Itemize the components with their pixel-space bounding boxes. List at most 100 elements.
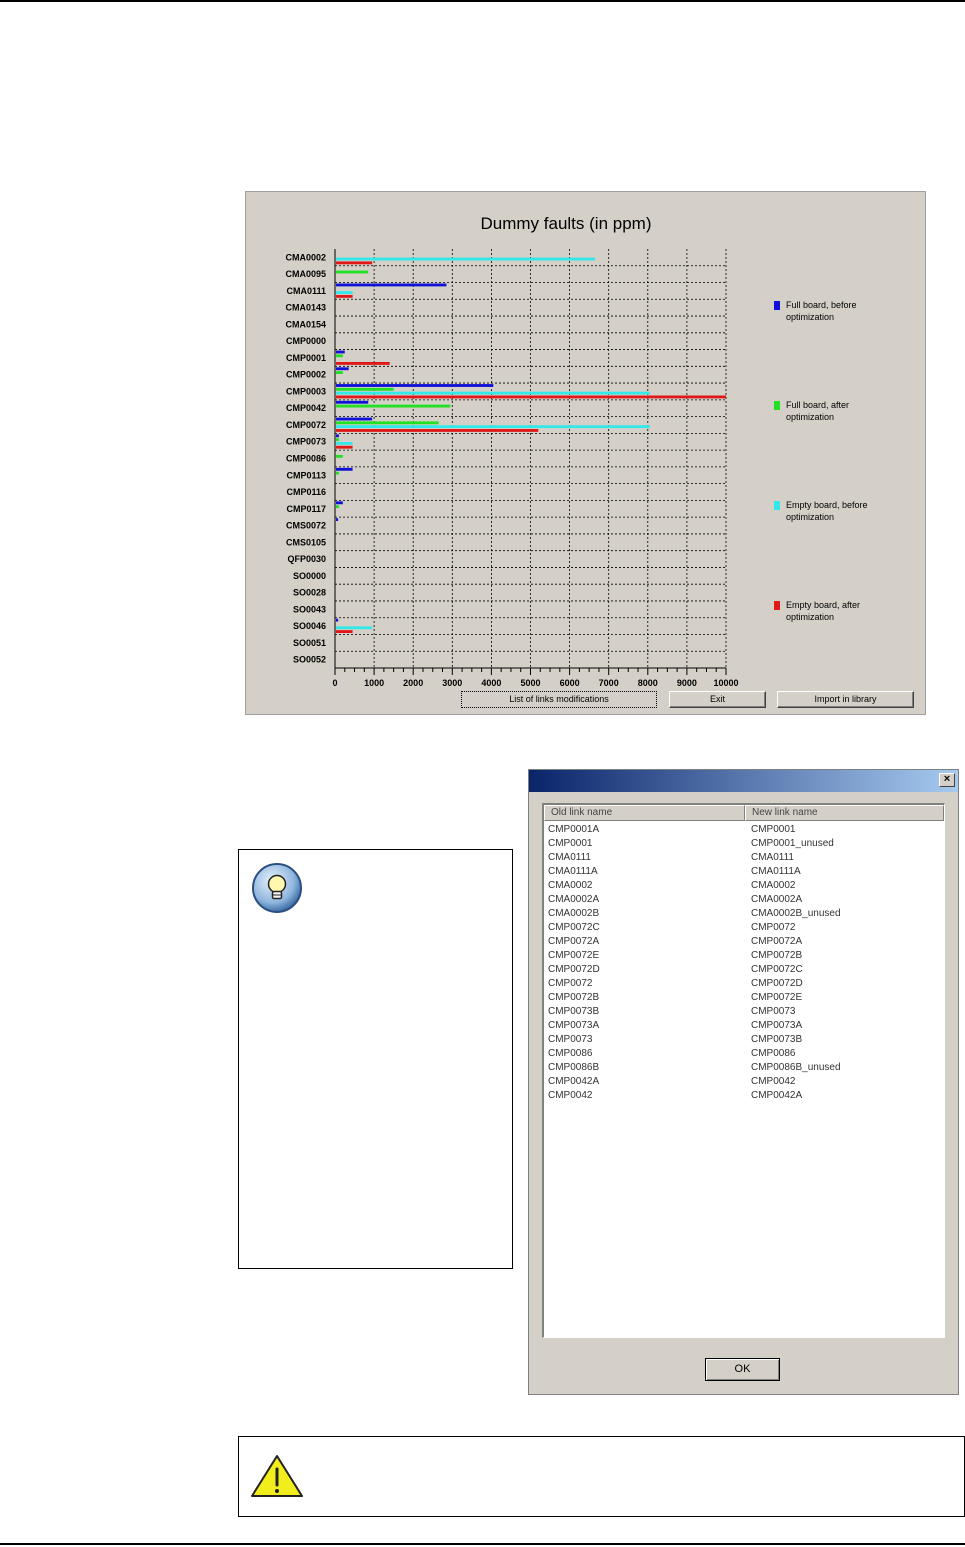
legend-label-4: Empty board, after optimization xyxy=(786,600,860,622)
old-link-name: CMP0073B xyxy=(548,1006,600,1017)
list-item[interactable]: CMP0086B CMP0086B_unused xyxy=(544,1061,944,1075)
list-item[interactable]: CMA0002B CMA0002B_unused xyxy=(544,907,944,921)
category-label: CMS0072 xyxy=(286,521,326,531)
old-link-name: CMP0086 xyxy=(548,1048,593,1059)
list-item[interactable]: CMP0073B CMP0073 xyxy=(544,1005,944,1019)
old-link-name: CMP0072A xyxy=(548,936,600,947)
link-rows: CMP0001A CMP0001 CMP0001 CMP0001_unused CMA0… xyxy=(544,823,944,1103)
bar-cmp0073-series-1 xyxy=(336,434,339,438)
bar-cmp0042-series-1 xyxy=(336,400,369,404)
bar-cms0072-series-1 xyxy=(336,518,339,522)
bar-cmp0002-series-1 xyxy=(336,367,349,371)
x-tick-label: 3000 xyxy=(442,678,462,688)
chart-title: Dummy faults (in ppm) xyxy=(481,214,652,233)
bar-cmp0117-series-1 xyxy=(336,501,343,505)
list-item[interactable]: CMP0073A CMP0073A xyxy=(544,1019,944,1033)
list-item[interactable]: CMP0072A CMP0072A xyxy=(544,935,944,949)
new-link-name: CMA0002B_unused xyxy=(751,908,841,919)
bottom-rule xyxy=(0,1543,965,1545)
list-item[interactable]: CMP0086 CMP0086 xyxy=(544,1047,944,1061)
list-item[interactable]: CMA0002A CMA0002A xyxy=(544,893,944,907)
list-item[interactable]: CMP0072E CMP0072B xyxy=(544,949,944,963)
old-link-name: CMP0042A xyxy=(548,1076,600,1087)
bar-cmp0003-series-1 xyxy=(336,384,494,387)
bar-cmp0042-series-2 xyxy=(336,404,451,408)
exit-button[interactable]: Exit xyxy=(669,691,766,708)
new-link-name: CMP0001_unused xyxy=(751,838,834,849)
list-item[interactable]: CMP0072B CMP0072E xyxy=(544,991,944,1005)
new-link-name: CMP0073B xyxy=(751,1034,803,1045)
legend-label-2: Full board, after optimization xyxy=(786,400,849,422)
new-link-name: CMP0073 xyxy=(751,1006,796,1017)
bar-cmp0072-series-3 xyxy=(336,425,650,429)
bar-cma0111-series-1 xyxy=(336,283,447,287)
old-link-name: CMA0002 xyxy=(548,880,593,891)
category-label: CMP0000 xyxy=(286,336,326,346)
old-link-name: CMP0073 xyxy=(548,1034,593,1045)
link-list[interactable]: Old link name New link name CMP0001A CMP0… xyxy=(542,803,945,1338)
bar-cmp0001-series-4 xyxy=(336,361,390,365)
x-tick-label: 7000 xyxy=(599,678,619,688)
category-label: CMP0001 xyxy=(286,353,326,363)
warning-box xyxy=(238,1436,965,1517)
category-label: QFP0030 xyxy=(287,554,326,564)
list-item[interactable]: CMA0002 CMA0002 xyxy=(544,879,944,893)
column-header-old-link-name[interactable]: Old link name xyxy=(544,805,745,821)
old-link-name: CMP0072 xyxy=(548,978,593,989)
list-item[interactable]: CMP0073 CMP0073B xyxy=(544,1033,944,1047)
column-header-new-link-name[interactable]: New link name xyxy=(745,805,944,821)
old-link-name: CMP0001A xyxy=(548,824,600,835)
bar-cmp0001-series-2 xyxy=(336,354,343,358)
category-label: SO0043 xyxy=(293,604,326,614)
old-link-name: CMP0072D xyxy=(548,964,600,975)
category-label: CMP0002 xyxy=(286,370,326,380)
x-tick-label: 10000 xyxy=(713,678,738,688)
list-item[interactable]: CMA0111A CMA0111A xyxy=(544,865,944,879)
list-item[interactable]: CMP0001 CMP0001_unused xyxy=(544,837,944,851)
list-item[interactable]: CMP0072D CMP0072C xyxy=(544,963,944,977)
legend-swatch-3 xyxy=(774,501,780,510)
old-link-name: CMP0072E xyxy=(548,950,600,961)
new-link-name: CMA0002A xyxy=(751,894,803,905)
list-item[interactable]: CMP0072C CMP0072 xyxy=(544,921,944,935)
bar-cmp0073-series-4 xyxy=(336,445,353,449)
ok-button[interactable]: OK xyxy=(705,1358,780,1381)
list-item[interactable]: CMP0001A CMP0001 xyxy=(544,823,944,837)
bar-cmp0086-series-2 xyxy=(336,454,343,458)
bar-so0046-series-1 xyxy=(336,618,339,622)
close-icon[interactable]: × xyxy=(939,773,955,787)
new-link-name: CMP0086 xyxy=(751,1048,796,1059)
list-of-links-modifications-button[interactable]: List of links modifications xyxy=(461,691,657,708)
x-tick-label: 6000 xyxy=(560,678,580,688)
old-link-name: CMA0002B xyxy=(548,908,600,919)
category-label: SO0000 xyxy=(293,571,326,581)
category-label: CMA0143 xyxy=(285,303,326,313)
bar-so0046-series-4 xyxy=(336,630,353,633)
new-link-name: CMA0111 xyxy=(751,852,794,863)
bar-cmp0072-series-1 xyxy=(336,417,373,421)
bar-cma0002-series-3 xyxy=(336,257,596,261)
list-item[interactable]: CMP0042A CMP0042 xyxy=(544,1075,944,1089)
new-link-name: CMP0072C xyxy=(751,964,803,975)
category-label: CMP0117 xyxy=(286,504,326,514)
x-tick-label: 4000 xyxy=(481,678,501,688)
old-link-name: CMP0042 xyxy=(548,1090,593,1101)
bar-cmp0072-series-2 xyxy=(336,421,439,425)
top-rule xyxy=(0,0,965,2)
category-label: CMA0095 xyxy=(285,269,326,279)
bar-cmp0003-series-3 xyxy=(336,391,650,395)
x-tick-label: 2000 xyxy=(403,678,423,688)
x-tick-label: 8000 xyxy=(638,678,658,688)
list-item[interactable]: CMP0042 CMP0042A xyxy=(544,1089,944,1103)
category-label: CMP0072 xyxy=(286,420,326,430)
category-label: CMP0073 xyxy=(286,437,326,447)
bar-cmp0003-series-2 xyxy=(336,387,394,391)
import-in-library-button[interactable]: Import in library xyxy=(777,691,914,708)
dialog-titlebar[interactable]: × xyxy=(529,770,958,792)
category-label: SO0052 xyxy=(293,655,326,665)
list-item[interactable]: CMA0111 CMA0111 xyxy=(544,851,944,865)
bar-cmp0073-series-3 xyxy=(336,441,353,445)
bar-cmp0073-series-2 xyxy=(336,438,339,442)
bar-cmp0113-series-2 xyxy=(336,471,339,475)
list-item[interactable]: CMP0072 CMP0072D xyxy=(544,977,944,991)
